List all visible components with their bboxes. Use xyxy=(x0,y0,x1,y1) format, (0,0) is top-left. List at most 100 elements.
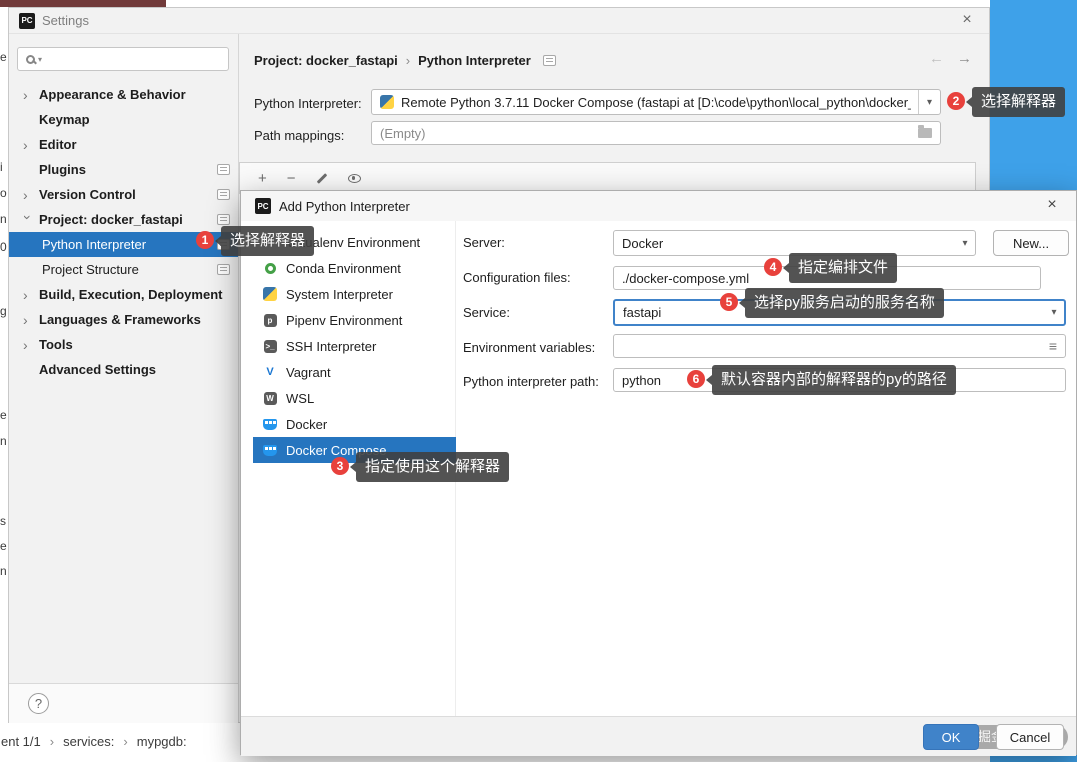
list-item-wsl[interactable]: W WSL xyxy=(241,385,456,411)
vagrant-icon: V xyxy=(266,366,274,378)
list-item-ssh-interpreter[interactable]: >_ SSH Interpreter xyxy=(241,333,456,359)
background-tab-strip xyxy=(0,0,166,7)
interpreter-path-label: Python interpreter path: xyxy=(463,374,599,389)
sidebar-item-tools[interactable]: › Tools xyxy=(9,332,238,357)
env-list-icon[interactable]: ≡ xyxy=(1049,338,1057,354)
annotation-badge-4: 4 xyxy=(764,258,782,276)
remove-icon[interactable]: − xyxy=(287,170,296,187)
chevron-right-icon[interactable]: › xyxy=(23,88,33,102)
interpreter-value: Remote Python 3.7.11 Docker Compose (fas… xyxy=(401,94,911,110)
dropdown-arrow-icon[interactable]: ▾ xyxy=(955,238,975,249)
dropdown-arrow-icon[interactable]: ▾ xyxy=(1044,307,1064,318)
annotation-tooltip-6: 默认容器内部的解释器的py的路径 xyxy=(706,365,956,395)
settings-page-icon xyxy=(217,264,230,275)
settings-footer: ? xyxy=(9,683,238,723)
sidebar-item-appearance-behavior[interactable]: › Appearance & Behavior xyxy=(9,82,238,107)
list-item-system-interpreter[interactable]: System Interpreter xyxy=(241,281,456,307)
sidebar-item-version-control[interactable]: › Version Control xyxy=(9,182,238,207)
environment-variables-label: Environment variables: xyxy=(463,340,596,355)
annotation-badge-3: 3 xyxy=(331,457,349,475)
add-icon[interactable]: + xyxy=(258,170,267,187)
annotation-badge-1: 1 xyxy=(196,231,214,249)
bg-char: n xyxy=(0,434,7,448)
docker-compose-whale-icon xyxy=(263,444,277,456)
close-icon[interactable]: × xyxy=(957,11,977,29)
sidebar-item-languages-frameworks[interactable]: › Languages & Frameworks xyxy=(9,307,238,332)
annotation-tooltip-2: 选择解释器 xyxy=(965,87,1066,117)
sidebar-item-project-docker-fastapi[interactable]: › Project: docker_fastapi xyxy=(9,207,238,232)
bg-char: i xyxy=(0,160,3,174)
annotation-badge-6: 6 xyxy=(687,370,705,388)
settings-search-input[interactable]: ▾ xyxy=(17,47,229,71)
chevron-right-icon[interactable]: › xyxy=(23,313,33,327)
services-crumb-item[interactable]: ent 1/1 xyxy=(1,734,41,749)
dialog-footer: @稀土掘金技术社区 OK Cancel xyxy=(241,716,1076,756)
services-crumb-item[interactable]: mypgdb: xyxy=(137,734,187,749)
settings-titlebar: PC Settings × xyxy=(9,8,989,34)
back-arrow-icon[interactable]: ← xyxy=(929,50,944,67)
pycharm-logo-icon: PC xyxy=(255,198,271,214)
annotation-tooltip-3: 指定使用这个解释器 xyxy=(349,452,510,482)
settings-page-icon xyxy=(217,164,230,175)
python-icon xyxy=(263,287,277,301)
dialog-close-icon[interactable]: × xyxy=(1042,196,1062,214)
bg-char: 0 xyxy=(0,240,7,254)
wsl-icon: W xyxy=(263,391,277,405)
interpreter-combobox[interactable]: Remote Python 3.7.11 Docker Compose (fas… xyxy=(371,89,941,115)
breadcrumb-separator: › xyxy=(123,733,128,749)
docker-whale-icon xyxy=(263,418,277,430)
annotation-badge-5: 5 xyxy=(720,293,738,311)
breadcrumb-project[interactable]: Project: docker_fastapi xyxy=(254,53,398,68)
sidebar-item-keymap[interactable]: › Keymap xyxy=(9,107,238,132)
chevron-right-icon[interactable]: › xyxy=(23,188,33,202)
list-item-conda[interactable]: Conda Environment xyxy=(241,255,456,281)
list-item-pipenv[interactable]: p Pipenv Environment xyxy=(241,307,456,333)
edit-icon[interactable] xyxy=(316,172,327,184)
forward-arrow-icon[interactable]: → xyxy=(957,50,972,67)
bg-char: e xyxy=(0,50,7,64)
server-value: Docker xyxy=(622,235,664,251)
list-item-docker[interactable]: Docker xyxy=(241,411,456,437)
sidebar-item-advanced-settings[interactable]: › Advanced Settings xyxy=(9,357,238,382)
chevron-down-icon[interactable]: › xyxy=(20,215,36,225)
annotation-badge-2: 2 xyxy=(947,92,965,110)
interpreter-path-value: python xyxy=(622,372,662,388)
server-label: Server: xyxy=(463,235,505,250)
dropdown-arrow-icon[interactable]: ▾ xyxy=(918,90,940,114)
breadcrumb-separator: › xyxy=(49,733,55,749)
sidebar-item-plugins[interactable]: › Plugins xyxy=(9,157,238,182)
help-button[interactable]: ? xyxy=(28,693,49,714)
path-mappings-field[interactable]: (Empty) xyxy=(371,121,941,145)
chevron-down-icon: ▾ xyxy=(38,54,43,64)
bg-char: o xyxy=(0,186,7,200)
breadcrumb: Project: docker_fastapi › Python Interpr… xyxy=(254,50,556,70)
interpreter-label: Python Interpreter: xyxy=(254,96,362,111)
show-all-eye-icon[interactable] xyxy=(347,173,361,183)
screen: e i o n 0 g e n s e n ent 1/1 › services… xyxy=(0,0,1077,762)
sidebar-item-build-execution-deployment[interactable]: › Build, Execution, Deployment xyxy=(9,282,238,307)
chevron-right-icon[interactable]: › xyxy=(23,288,33,302)
bg-char: n xyxy=(0,212,7,226)
chevron-right-icon[interactable]: › xyxy=(23,338,33,352)
settings-page-icon xyxy=(542,54,556,66)
new-server-button[interactable]: New... xyxy=(993,230,1069,256)
python-icon xyxy=(380,95,394,109)
ok-button[interactable]: OK xyxy=(923,724,979,750)
bg-char: s xyxy=(0,514,6,528)
sidebar-item-editor[interactable]: › Editor xyxy=(9,132,238,157)
configuration-files-label: Configuration files: xyxy=(463,270,571,285)
list-item-vagrant[interactable]: V Vagrant xyxy=(241,359,456,385)
settings-page-icon xyxy=(217,214,230,225)
breadcrumb-page[interactable]: Python Interpreter xyxy=(418,53,531,68)
service-label: Service: xyxy=(463,305,510,320)
sidebar-item-project-structure[interactable]: Project Structure xyxy=(9,257,238,282)
path-mappings-value: (Empty) xyxy=(380,125,426,141)
dialog-titlebar: PC Add Python Interpreter xyxy=(241,191,1076,221)
environment-variables-field[interactable]: ≡ xyxy=(613,334,1066,358)
pipenv-icon: p xyxy=(263,313,277,327)
cancel-button[interactable]: Cancel xyxy=(996,724,1064,750)
breadcrumb-separator: › xyxy=(405,52,411,68)
services-crumb-item[interactable]: services: xyxy=(63,734,114,749)
folder-browse-icon[interactable] xyxy=(918,125,932,138)
chevron-right-icon[interactable]: › xyxy=(23,138,33,152)
